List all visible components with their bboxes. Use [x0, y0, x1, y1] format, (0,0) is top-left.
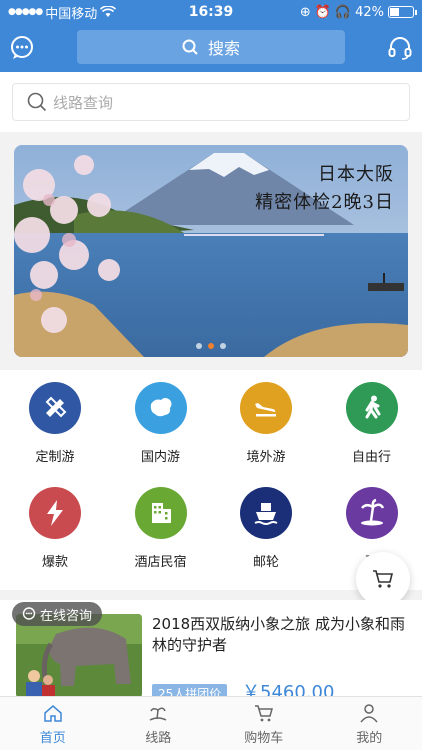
promo-banner[interactable]: 日本大阪 精密体检2晚3日: [14, 145, 408, 357]
category-item[interactable]: 定制游: [5, 370, 105, 470]
app-header: 搜索: [0, 24, 422, 72]
category-label: 邮轮: [252, 555, 279, 570]
user-icon: [360, 703, 378, 722]
tab-item[interactable]: 首页: [0, 697, 106, 750]
category-item[interactable]: 酒店民宿: [111, 475, 211, 575]
building-icon: [134, 487, 187, 539]
category-label: 国内游: [140, 450, 180, 465]
headphones-icon: 🎧: [334, 4, 352, 20]
banner-pagination: [14, 343, 408, 349]
search-icon: [27, 92, 47, 112]
lightning-icon: [29, 487, 81, 539]
route-search-section: 线路查询: [0, 72, 422, 132]
battery-percent: 42%: [355, 4, 384, 20]
status-bar: ●●●●● 中国移动 16:39 ⊕ ⏰ 🎧 42%: [0, 0, 422, 24]
category-label: 境外游: [246, 450, 286, 465]
banner-subtitle: 精密体检2晚3日: [255, 192, 394, 213]
cart-icon: [373, 570, 394, 588]
route-search-placeholder: 线路查询: [53, 93, 114, 112]
lock-rotation-icon: ⊕: [299, 4, 311, 20]
battery-icon: [388, 6, 417, 18]
route-island-icon: [149, 707, 167, 721]
tab-item[interactable]: 我的: [317, 697, 422, 750]
banner-caption: 日本大阪 精密体检2晚3日: [255, 161, 394, 217]
plane-landing-icon: [240, 382, 292, 434]
carrier-label: 中国移动: [45, 6, 98, 22]
top-search-label: 搜索: [207, 39, 240, 58]
wifi-icon: [100, 6, 117, 17]
walking-person-icon: [345, 382, 398, 434]
category-item[interactable]: 境外游: [216, 370, 316, 470]
banner-dot[interactable]: [196, 343, 202, 349]
tab-item[interactable]: 购物车: [211, 697, 317, 750]
consult-label: 在线咨询: [40, 608, 93, 624]
pencil-ruler-icon: [29, 382, 81, 434]
route-search-input[interactable]: 线路查询: [12, 83, 410, 121]
tab-item[interactable]: 线路: [106, 697, 212, 750]
category-item[interactable]: 自由行: [322, 370, 422, 470]
category-label: 定制游: [35, 450, 75, 465]
search-icon: [182, 39, 198, 55]
alarm-icon: ⏰: [314, 4, 331, 20]
floating-cart-button[interactable]: [356, 552, 410, 606]
product-image: [16, 614, 142, 698]
chat-bubble-icon: [11, 36, 33, 59]
palm-island-icon: [345, 487, 398, 539]
top-search-bar[interactable]: 搜索: [77, 30, 345, 64]
tab-label: 首页: [39, 730, 66, 746]
category-item[interactable]: 爆款: [5, 475, 105, 575]
banner-dot[interactable]: [208, 343, 214, 349]
signal-icon: ●●●●●: [8, 7, 43, 17]
home-icon: [44, 704, 62, 722]
tab-label: 购物车: [244, 730, 284, 746]
category-label: 自由行: [351, 450, 391, 465]
cart-icon: [254, 704, 273, 721]
china-map-icon: [134, 382, 187, 434]
banner-title: 日本大阪: [318, 164, 394, 185]
category-label: 酒店民宿: [134, 555, 187, 570]
message-button[interactable]: [0, 26, 44, 70]
customer-service-button[interactable]: [378, 26, 422, 70]
category-item[interactable]: 国内游: [111, 370, 211, 470]
chat-bubble-icon: [22, 607, 36, 620]
tab-label: 线路: [145, 730, 172, 746]
status-time: 16:39: [188, 4, 234, 20]
ship-icon: [240, 487, 292, 539]
online-consult-button[interactable]: 在线咨询: [12, 602, 103, 626]
category-grid: 定制游国内游境外游自由行爆款酒店民宿邮轮更: [0, 370, 422, 590]
headset-icon: [388, 37, 412, 60]
tab-label: 我的: [356, 730, 383, 746]
category-item[interactable]: 邮轮: [216, 475, 316, 575]
product-title: 2018西双版纳小象之旅 成为小象和雨林的守护者: [152, 615, 405, 654]
bottom-tab-bar: 首页 线路 购物车 我的: [0, 696, 422, 750]
banner-dot[interactable]: [220, 343, 226, 349]
category-label: 爆款: [41, 555, 68, 570]
